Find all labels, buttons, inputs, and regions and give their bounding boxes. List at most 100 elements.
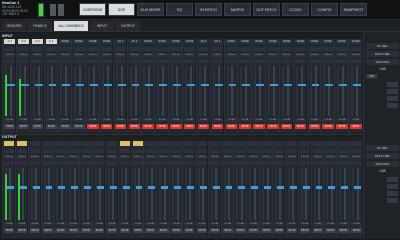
fader-track[interactable] (162, 66, 165, 116)
param-readout[interactable] (196, 161, 208, 165)
channel-name[interactable] (325, 141, 336, 146)
delay-readout[interactable]: 0.00 ms (55, 155, 66, 159)
delay-readout[interactable]: 0.00 ms (299, 155, 311, 159)
param-readout[interactable] (106, 161, 118, 165)
gain-readout[interactable]: 0.0 dB (132, 222, 144, 226)
param-readout[interactable] (322, 47, 334, 51)
tab-out-patch[interactable]: OUT PATCH (253, 3, 280, 16)
gain-readout[interactable]: 0.0 dB (350, 118, 362, 122)
channel-name[interactable]: NONE (350, 39, 362, 44)
channel-name[interactable] (42, 141, 54, 146)
channel-name[interactable]: AN 3 (197, 39, 210, 44)
fader-track[interactable] (112, 168, 115, 220)
mute-button[interactable]: MUTE (68, 228, 79, 233)
gain-readout[interactable]: 0.0 dB (158, 222, 169, 226)
delay-readout[interactable]: 0.00 ms (81, 155, 92, 159)
mute-button[interactable]: MUTE (94, 228, 105, 233)
delay-readout[interactable]: 0.00 ms (184, 53, 196, 57)
gain-readout[interactable]: 0.0 dB (68, 222, 79, 226)
gain-readout[interactable]: 0.0 dB (145, 222, 156, 226)
param-readout[interactable] (31, 59, 44, 63)
mute-button[interactable]: MUTE (312, 228, 324, 233)
param-readout[interactable] (267, 59, 279, 63)
fader-track[interactable] (79, 66, 82, 116)
fader-track[interactable] (106, 66, 109, 116)
delay-readout[interactable]: 0.00 ms (312, 155, 324, 159)
param-readout[interactable] (312, 161, 324, 165)
fader-track[interactable] (314, 66, 317, 116)
delay-readout[interactable]: 0.00 ms (16, 155, 28, 159)
channel-name[interactable] (106, 141, 118, 146)
mute-button[interactable]: MUTE (267, 124, 279, 129)
multi-sel-output[interactable]: MULTI SEL (366, 153, 399, 159)
fader-track[interactable] (176, 168, 179, 220)
delay-readout[interactable]: 0.00 ms (239, 53, 251, 57)
param-readout[interactable] (145, 149, 156, 153)
param-readout[interactable] (184, 161, 195, 165)
fader-track[interactable] (86, 168, 89, 220)
out-link-1[interactable] (387, 177, 398, 182)
mute-button[interactable]: MUTE (16, 228, 28, 233)
delay-readout[interactable]: 0.00 ms (211, 53, 224, 57)
channel-name[interactable]: G 1 (4, 39, 16, 44)
param-readout[interactable] (94, 161, 105, 165)
mute-button[interactable]: MUTE (211, 124, 224, 129)
param-readout[interactable] (209, 161, 221, 165)
fader-track[interactable] (65, 66, 68, 116)
gain-readout[interactable]: 0.0 dB (94, 222, 105, 226)
param-readout[interactable] (100, 47, 113, 51)
channel-name[interactable]: NONE (225, 39, 237, 44)
gain-readout[interactable]: 0.0 dB (119, 222, 131, 226)
gain-readout[interactable]: 0.0 dB (325, 222, 336, 226)
param-readout[interactable] (322, 59, 334, 63)
fader-track[interactable] (202, 168, 205, 220)
delay-readout[interactable]: 0.00 ms (45, 53, 57, 57)
fader-track[interactable] (227, 168, 230, 220)
channel-name[interactable] (184, 141, 195, 146)
fader-track[interactable] (189, 66, 192, 116)
mute-button[interactable]: MUTE (286, 228, 298, 233)
param-readout[interactable] (248, 149, 259, 153)
param-readout[interactable] (325, 149, 336, 153)
param-readout[interactable] (171, 161, 182, 165)
param-readout[interactable] (350, 47, 362, 51)
gain-readout[interactable]: 0.0 dB (156, 118, 168, 122)
gain-readout[interactable]: 0.0 dB (222, 222, 234, 226)
gain-readout[interactable]: 0.0 dB (59, 118, 71, 122)
mute-button[interactable]: MUTE (114, 124, 127, 129)
param-readout[interactable] (274, 149, 285, 153)
delay-readout[interactable]: 0.00 ms (59, 53, 71, 57)
mute-button[interactable]: MUTE (4, 228, 15, 233)
gain-readout[interactable]: 0.0 dB (73, 118, 85, 122)
param-readout[interactable] (197, 59, 210, 63)
gain-readout[interactable]: 0.0 dB (225, 118, 237, 122)
gain-readout[interactable]: 0.0 dB (4, 222, 15, 226)
mute-button[interactable]: MUTE (196, 228, 208, 233)
fader-track[interactable] (300, 66, 303, 116)
mute-button[interactable]: MUTE (87, 124, 99, 129)
fader-track[interactable] (125, 168, 128, 220)
tab-overview[interactable]: OVERVIEW (79, 3, 106, 16)
channel-name[interactable] (351, 141, 362, 146)
tab-clock[interactable]: CLOCK (282, 3, 309, 16)
param-readout[interactable] (81, 149, 92, 153)
param-readout[interactable] (73, 59, 85, 63)
gain-readout[interactable]: 0.0 dB (261, 222, 272, 226)
mute-button[interactable]: MUTE (170, 124, 182, 129)
param-readout[interactable] (209, 149, 221, 153)
channel-name[interactable] (209, 141, 221, 146)
param-readout[interactable] (17, 47, 30, 51)
channel-name[interactable]: NONE (322, 39, 334, 44)
param-readout[interactable] (59, 47, 71, 51)
channel-name[interactable]: NONE (87, 39, 99, 44)
delay-readout[interactable]: 0.00 ms (350, 53, 362, 57)
gain-readout[interactable]: 0.0 dB (197, 118, 210, 122)
channel-name[interactable] (68, 141, 79, 146)
subtab-input[interactable]: INPUT (90, 21, 114, 31)
fader-track[interactable] (37, 66, 40, 116)
channel-name[interactable]: NONE (308, 39, 321, 44)
delay-readout[interactable]: 0.00 ms (325, 155, 336, 159)
delay-readout[interactable]: 0.00 ms (225, 53, 237, 57)
param-readout[interactable] (253, 59, 265, 63)
param-readout[interactable] (171, 149, 182, 153)
